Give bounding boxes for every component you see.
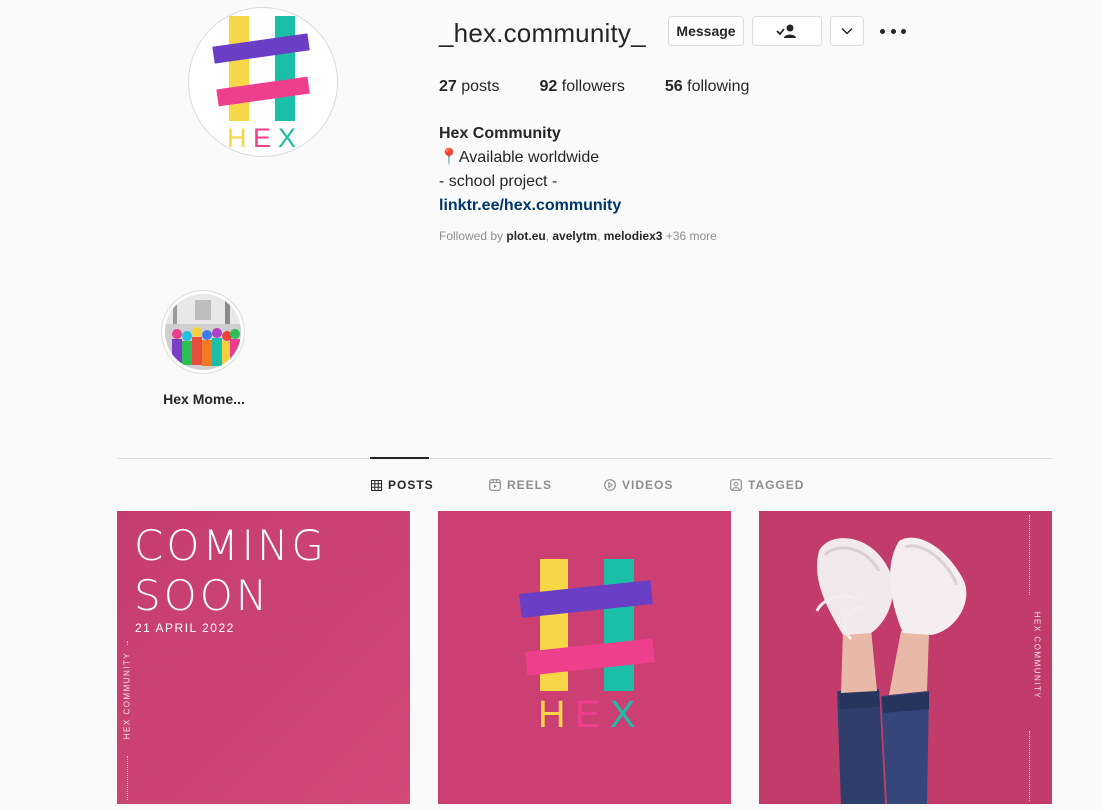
- highlight-label: Hex Mome...: [163, 391, 245, 407]
- suggested-dropdown-button[interactable]: [830, 16, 864, 46]
- posts-count: 27 posts: [439, 78, 500, 95]
- post-side-text: HEX COMMUNITY: [1032, 611, 1042, 700]
- profile-bio: Hex Community 📍Available worldwide - sch…: [439, 122, 621, 218]
- following-button[interactable]: [752, 16, 822, 46]
- bio-line-project: - school project -: [439, 173, 558, 190]
- tag-icon: [730, 479, 742, 491]
- following-link[interactable]: 56 following: [665, 78, 750, 96]
- user-check-icon: [776, 24, 796, 38]
- story-highlight[interactable]: Hex Mome...: [161, 290, 247, 407]
- bio-line-location: 📍Available worldwide: [439, 149, 600, 166]
- follower-user: melodiex3: [603, 229, 663, 243]
- highlight-cover-image: [165, 294, 241, 370]
- tab-videos[interactable]: VIDEOS: [604, 478, 673, 492]
- sneakers-photo: [815, 537, 967, 804]
- post-date: 21 APRIL 2022: [135, 621, 235, 635]
- profile-tabs: POSTS REELS VIDEOS TAGGED: [0, 478, 1102, 494]
- logo-letter-h: H: [227, 123, 247, 153]
- tab-tagged[interactable]: TAGGED: [730, 478, 804, 492]
- post-side-text: HEX COMMUNITY: [122, 651, 132, 740]
- tab-reels[interactable]: REELS: [489, 478, 552, 492]
- post-heading: COMING SOON: [134, 521, 327, 620]
- hex-logo: H E X: [519, 559, 655, 736]
- follower-user: plot.eu: [506, 229, 546, 243]
- profile-username: _hex.community_: [439, 18, 646, 48]
- reels-icon: [489, 479, 501, 491]
- chevron-down-icon: [841, 27, 853, 35]
- message-button[interactable]: Message: [668, 16, 744, 46]
- bio-link[interactable]: linktr.ee/hex.community: [439, 194, 621, 218]
- post-thumbnail[interactable]: COMING SOON 21 APRIL 2022 HEX COMMUNITY: [117, 511, 410, 804]
- profile-display-name: Hex Community: [439, 125, 561, 142]
- play-icon: [604, 479, 616, 491]
- followers-link[interactable]: 92 followers: [540, 78, 625, 96]
- active-tab-indicator: [370, 457, 429, 459]
- logo-letter-x: X: [278, 123, 296, 153]
- tabs-divider: [117, 458, 1052, 459]
- profile-stats: 27 posts 92 followers 56 following: [439, 78, 789, 96]
- logo-letter-e: E: [575, 694, 600, 736]
- logo-letter-h: H: [538, 694, 565, 736]
- follower-user: avelytm: [552, 229, 598, 243]
- post-thumbnail[interactable]: H E X: [438, 511, 731, 804]
- post-thumbnail[interactable]: HEX COMMUNITY: [759, 511, 1052, 804]
- profile-avatar[interactable]: H E X: [188, 7, 338, 157]
- hex-logo: H E X: [212, 16, 310, 153]
- grid-icon: [371, 479, 382, 491]
- logo-letter-x: X: [610, 694, 635, 736]
- logo-letter-e: E: [253, 123, 271, 153]
- followed-by[interactable]: Followed by plot.eu, avelytm, melodiex3 …: [439, 229, 717, 243]
- tab-posts[interactable]: POSTS: [371, 478, 434, 492]
- more-options-icon[interactable]: [880, 22, 906, 40]
